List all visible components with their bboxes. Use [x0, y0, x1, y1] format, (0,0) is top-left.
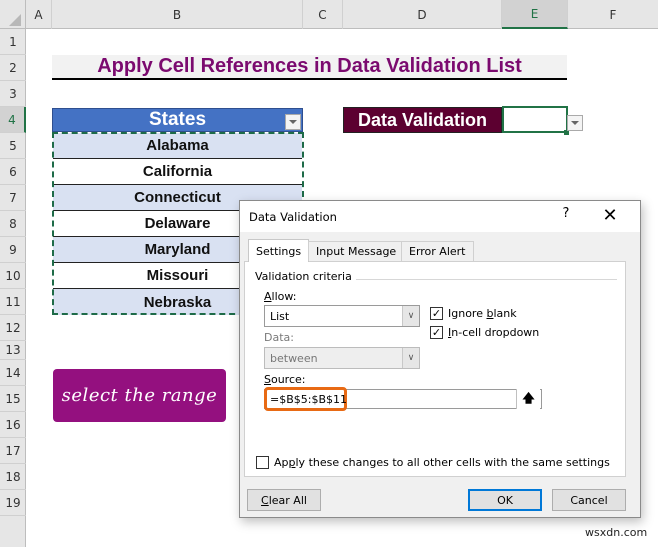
row-header-1[interactable]: 1 — [0, 30, 26, 55]
state-cell[interactable]: California — [53, 159, 302, 185]
column-header-d[interactable]: D — [343, 0, 502, 29]
data-validation-dialog: Data Validation ? ✕ Settings Input Messa… — [239, 200, 641, 518]
select-all-triangle-icon — [9, 14, 21, 26]
apply-all-label[interactable]: Apply these changes to all other cells w… — [274, 456, 610, 469]
validation-criteria-label: Validation criteria — [255, 270, 356, 283]
source-value-highlight[interactable]: =$B$5:$B$11 — [264, 387, 347, 411]
allow-select[interactable]: List ∨ — [264, 305, 420, 327]
allow-select-value: List — [270, 309, 290, 323]
filter-dropdown-button[interactable] — [285, 114, 301, 130]
apply-all-checkbox[interactable] — [256, 456, 269, 469]
dialog-titlebar[interactable]: Data Validation ? ✕ — [240, 201, 640, 232]
row-header-5[interactable]: 5 — [0, 133, 26, 159]
row-header-3[interactable]: 3 — [0, 81, 26, 107]
row-header-13[interactable]: 13 — [0, 341, 26, 360]
row-header-16[interactable]: 16 — [0, 412, 26, 438]
states-table-header[interactable]: States — [52, 108, 303, 132]
collapse-dialog-button[interactable]: 🡅 — [516, 389, 540, 409]
sheet-title: Apply Cell References in Data Validation… — [52, 55, 567, 80]
row-header-9[interactable]: 9 — [0, 237, 26, 263]
settings-tab-panel — [244, 261, 626, 477]
ignore-blank-label[interactable]: Ignore blank — [448, 307, 517, 320]
select-range-callout: select the range — [53, 369, 226, 422]
row-header-6[interactable]: 6 — [0, 159, 26, 185]
chevron-down-icon — [289, 120, 297, 124]
column-header-a[interactable]: A — [26, 0, 52, 29]
cancel-button[interactable]: Cancel — [552, 489, 626, 511]
row-header-18[interactable]: 18 — [0, 464, 26, 490]
row-header-17[interactable]: 17 — [0, 438, 26, 464]
row-header-2[interactable]: 2 — [0, 55, 26, 81]
ok-button[interactable]: OK — [468, 489, 542, 511]
row-header-19[interactable]: 19 — [0, 490, 26, 516]
cell-dropdown-button[interactable] — [567, 115, 583, 131]
help-icon[interactable]: ? — [558, 206, 574, 226]
checkmark-icon: ✓ — [431, 326, 442, 339]
tab-error-alert[interactable]: Error Alert — [401, 241, 474, 261]
close-icon[interactable]: ✕ — [600, 205, 620, 227]
row-header-11[interactable]: 11 — [0, 289, 26, 315]
allow-label: Allow: — [264, 290, 297, 303]
dialog-title: Data Validation — [249, 210, 337, 224]
row-header-15[interactable]: 15 — [0, 386, 26, 412]
in-cell-dropdown-label[interactable]: In-cell dropdown — [448, 326, 539, 339]
ignore-blank-checkbox[interactable]: ✓ — [430, 307, 443, 320]
active-cell-e4[interactable] — [502, 106, 568, 133]
row-header-8[interactable]: 8 — [0, 211, 26, 237]
data-select-value: between — [270, 351, 318, 365]
data-label: Data: — [264, 331, 294, 344]
state-cell[interactable]: Alabama — [53, 133, 302, 159]
column-header-b[interactable]: B — [52, 0, 303, 29]
data-select: between ∨ — [264, 347, 420, 369]
column-header-f[interactable]: F — [568, 0, 658, 29]
source-label: Source: — [264, 373, 306, 386]
chevron-down-icon: ∨ — [402, 348, 419, 368]
upload-arrow-icon: 🡅 — [522, 390, 535, 405]
watermark: wsxdn.com — [585, 526, 648, 539]
column-header-e[interactable]: E — [502, 0, 568, 29]
chevron-down-icon — [571, 121, 579, 125]
row-header-4[interactable]: 4 — [0, 107, 26, 133]
group-divider — [354, 279, 617, 280]
chevron-down-icon: ∨ — [402, 306, 419, 326]
tab-settings[interactable]: Settings — [248, 239, 310, 262]
tab-input-message[interactable]: Input Message — [308, 241, 405, 261]
data-validation-label: Data Validation — [343, 107, 502, 133]
row-header-14[interactable]: 14 — [0, 360, 26, 386]
column-header-c[interactable]: C — [303, 0, 343, 29]
checkmark-icon: ✓ — [431, 307, 442, 320]
row-header-7[interactable]: 7 — [0, 185, 26, 211]
in-cell-dropdown-checkbox[interactable]: ✓ — [430, 326, 443, 339]
row-header-12[interactable]: 12 — [0, 315, 26, 341]
clear-all-button[interactable]: Clear All — [247, 489, 321, 511]
source-value: =$B$5:$B$11 — [270, 392, 348, 406]
row-header-10[interactable]: 10 — [0, 263, 26, 289]
